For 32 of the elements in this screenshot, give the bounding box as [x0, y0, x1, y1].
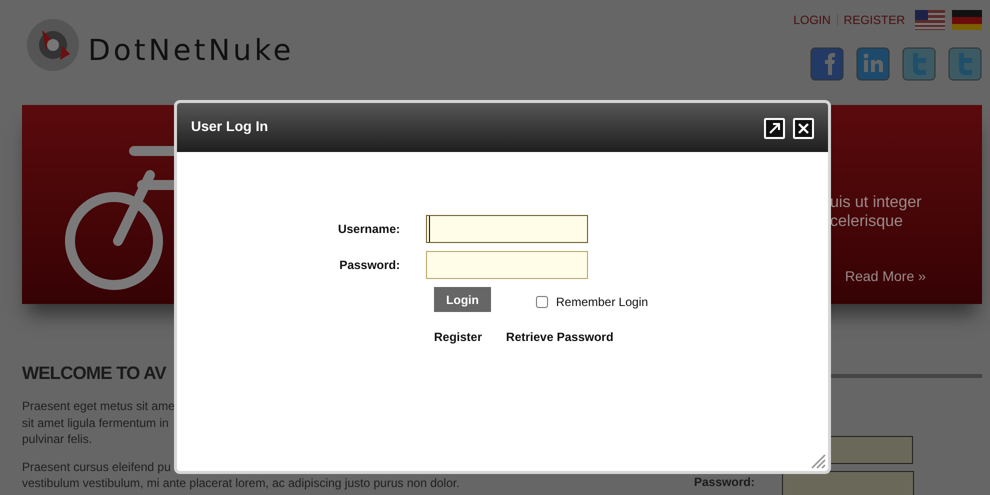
remember-checkbox[interactable]	[536, 296, 548, 308]
german-flag-icon[interactable]	[952, 10, 982, 30]
checkbox-label: Remember Login	[556, 294, 648, 310]
close-icon	[798, 123, 809, 134]
text-line: pulvinar felis.	[22, 431, 94, 448]
text-line: vestibulum vestibulum, mi ante placerat lorem, ac adipiscing justo purus non dolor.	[22, 475, 461, 492]
bird-letter-icon[interactable]	[902, 47, 936, 81]
text-line: Praesent eget metus sit ame	[22, 398, 176, 414]
read-more-link[interactable]: Read More »	[845, 267, 926, 286]
linkedin-icon[interactable]	[856, 47, 890, 81]
page-heading: WELCOME TO AV	[22, 364, 168, 382]
login-button[interactable]: Login	[434, 287, 491, 312]
field-label: Password:	[694, 474, 756, 491]
facebook-icon[interactable]	[810, 47, 844, 81]
field-label: Username:	[336, 221, 401, 238]
bird-letter-icon[interactable]	[948, 47, 982, 81]
text-line: sit amet ligula fermentum in	[22, 414, 170, 431]
logo-text: DotNetNuke	[88, 36, 294, 65]
retrieve-password-link[interactable]: Retrieve Password	[506, 328, 614, 346]
input-field[interactable]	[782, 471, 914, 495]
maximize-icon	[768, 122, 781, 135]
username-field[interactable]	[426, 215, 588, 243]
text-line: Praesent cursus eleifend pu	[22, 458, 172, 475]
close-button[interactable]	[793, 118, 814, 139]
register-link[interactable]: Register	[434, 328, 482, 346]
field-label: Password:	[338, 257, 401, 274]
banner-text: uis ut integer	[830, 193, 923, 212]
us-flag-icon[interactable]	[915, 10, 945, 30]
dialog-title: User Log In	[191, 117, 268, 136]
banner-text: celerisque	[830, 212, 904, 231]
maximize-button[interactable]	[764, 118, 785, 139]
password-field[interactable]	[426, 251, 588, 279]
